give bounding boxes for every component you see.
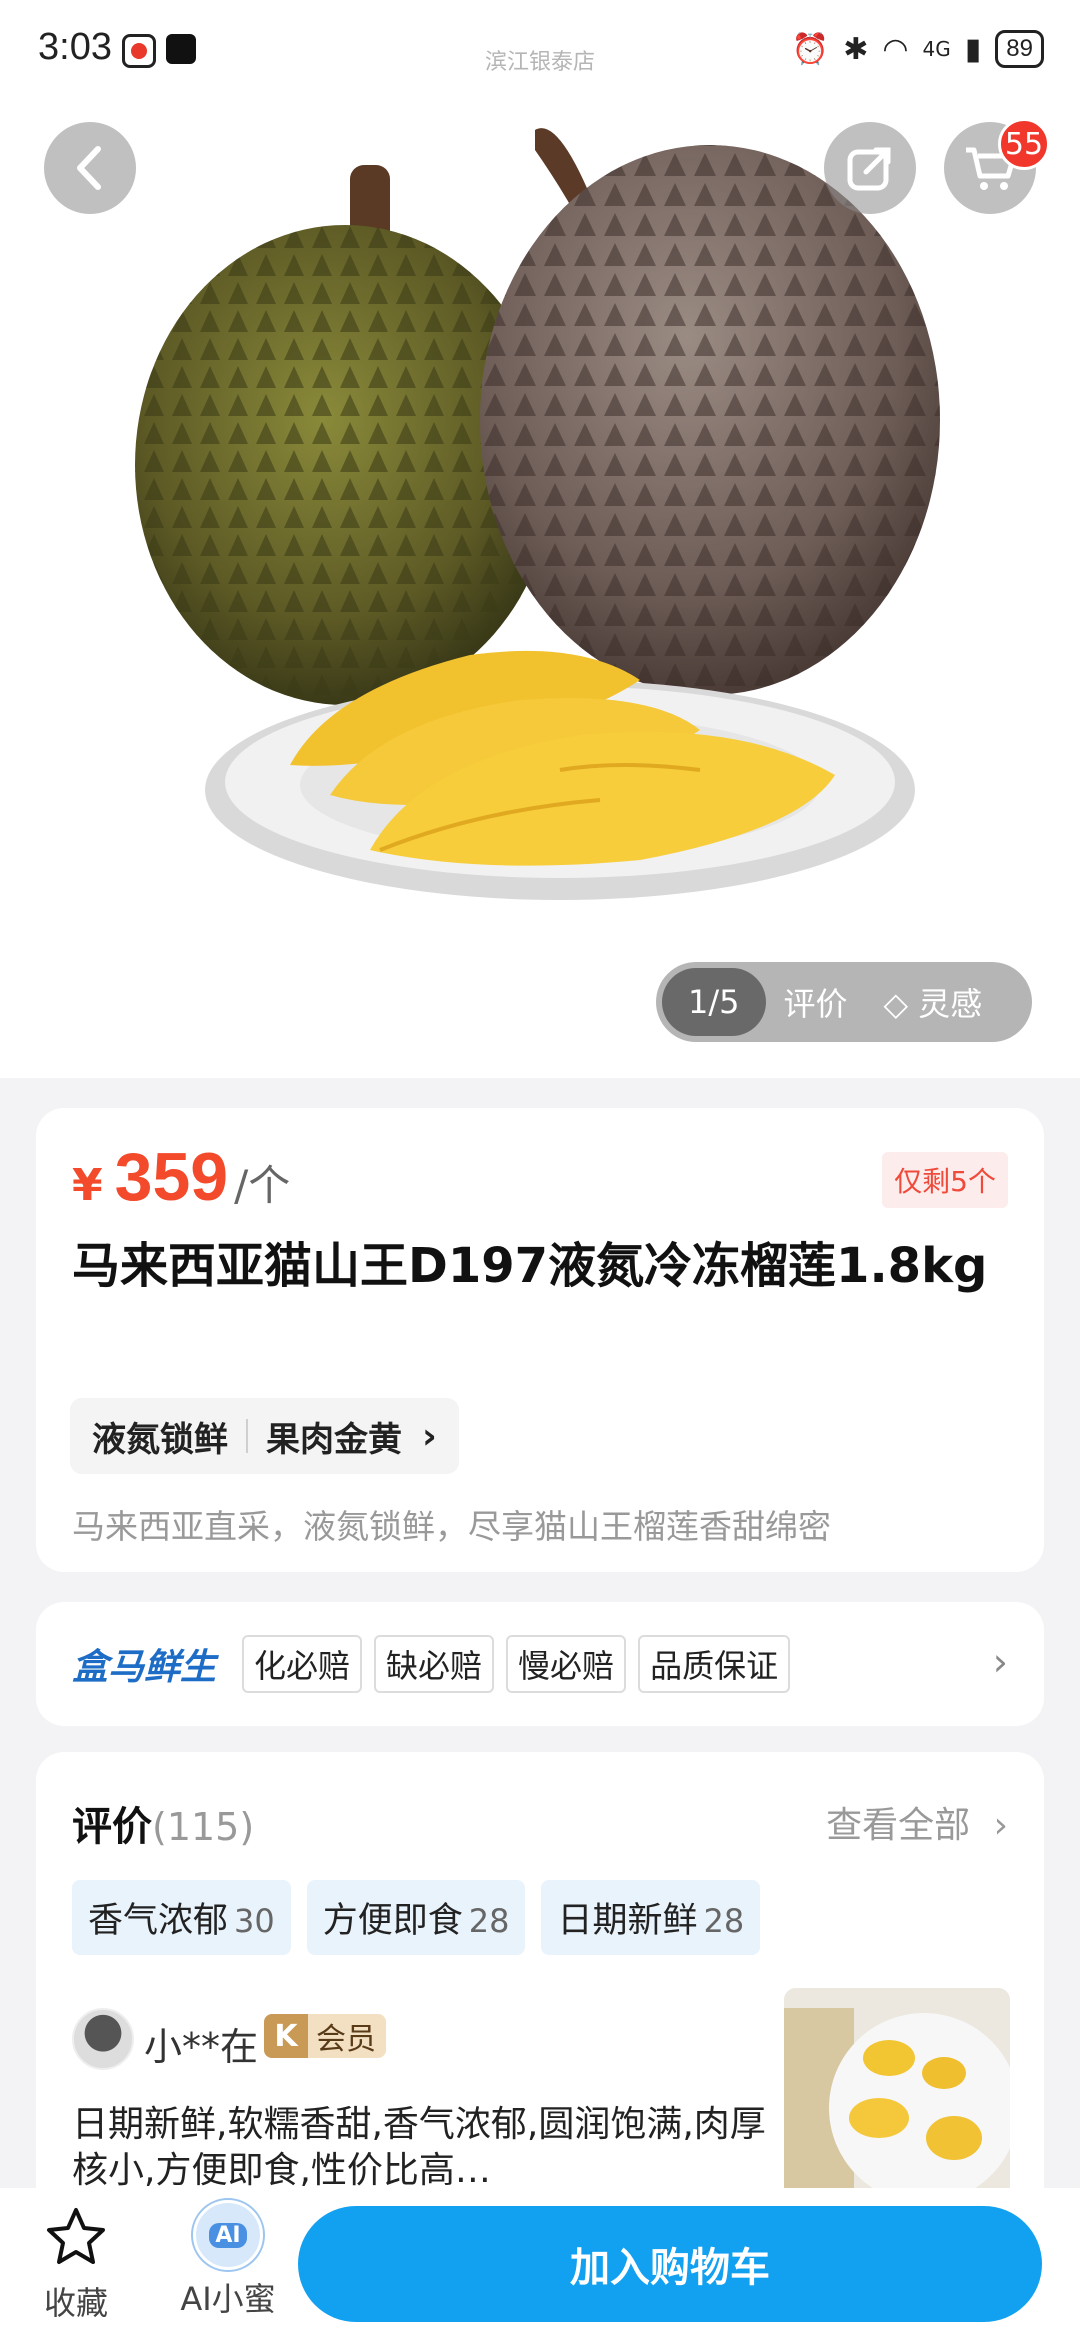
member-icon: K [264,2014,308,2058]
status-icons: ⏰ ✱ ◠ 4G ▮ 89 [792,30,1044,68]
product-info-card: ¥ 359 /个 仅剩5个 马来西亚猫山王D197液氮冷冻榴莲1.8kg 液氮锁… [36,1108,1044,1572]
share-button[interactable] [824,122,916,214]
cart-count-badge: 55 [998,118,1050,170]
favorite-label: 收藏 [43,2284,108,2322]
stock-badge: 仅剩5个 [882,1152,1008,1208]
feature-tag: 液氮锁鲜 [92,1419,228,1460]
avatar [72,2008,134,2070]
review-keyword-chip[interactable]: 方便即食 28 [306,1880,526,1955]
review-keyword-chip[interactable]: 日期新鲜 28 [541,1880,761,1955]
keyword-count: 28 [703,1902,745,1940]
keyword-label: 方便即食 [322,1901,463,1941]
share-icon [847,147,891,191]
reviewer-name: 小**在 [144,2025,259,2069]
battery-indicator: 89 [995,30,1044,68]
ai-assistant-label: AI小蜜 [180,2280,276,2318]
price: ¥ 359 /个 [72,1138,290,1216]
favorite-button[interactable]: 收藏 [36,2204,116,2324]
bottom-action-bar: 收藏 AI AI小蜜 加入购物车 [0,2188,1080,2340]
reviews-heading: 评价 [72,1804,152,1850]
bluetooth-icon: ✱ [843,31,869,67]
keyword-label: 日期新鲜 [557,1901,698,1941]
chevron-right-icon: › [992,1640,1008,1684]
product-gallery[interactable]: 3:03 滨江银泰店 ⏰ ✱ ◠ 4G ▮ 89 55 1/5 评价 ◇ 灵感 [0,0,1080,1078]
feature-tag: 果肉金黄 [266,1419,402,1460]
review-keywords: 香气浓郁 30 方便即食 28 日期新鲜 28 [72,1880,761,1955]
currency-symbol: ¥ [72,1160,103,1211]
chevron-right-icon: › [422,1415,437,1457]
promise-tag: 慢必赔 [506,1635,627,1693]
divider [246,1419,248,1453]
keyword-count: 30 [234,1902,275,1940]
review-keyword-chip[interactable]: 香气浓郁 30 [72,1880,291,1955]
tab-inspiration[interactable]: ◇ 灵感 [866,968,1001,1036]
member-label: 会员 [316,2022,376,2057]
ai-assistant-avatar: AI [193,2200,263,2270]
chevron-right-icon: › [993,1805,1008,1846]
service-promise-card[interactable]: 盒马鲜生 化必赔 缺必赔 慢必赔 品质保证 › [36,1602,1044,1726]
promise-tag: 化必赔 [242,1635,363,1693]
price-unit: /个 [234,1161,291,1210]
ai-assistant-button[interactable]: AI AI小蜜 [168,2200,288,2320]
wifi-icon: ◠ [882,31,909,67]
price-value: 359 [114,1139,229,1215]
back-button[interactable] [44,122,136,214]
product-description: 马来西亚直采，液氮锁鲜，尽享猫山王榴莲香甜绵密 [72,1507,831,1546]
review-photo[interactable] [784,1988,1010,2218]
keyword-count: 28 [468,1902,510,1940]
feature-tags[interactable]: 液氮锁鲜 果肉金黄 › [70,1398,459,1474]
status-bar: 3:03 滨江银泰店 ⏰ ✱ ◠ 4G ▮ 89 [0,0,1080,100]
promise-tag: 缺必赔 [374,1635,495,1693]
star-icon [47,2208,105,2264]
alarm-icon: ⏰ [791,31,830,67]
view-all-label: 查看全部 [826,1805,971,1846]
review-text[interactable]: 日期新鲜,软糯香甜,香气浓郁,圆润饱满,肉厚核小,方便即食,性价比高… [72,2102,772,2194]
gallery-counter[interactable]: 1/5 [662,968,766,1036]
member-badge: K 会员 [264,2014,386,2058]
promise-tag: 品质保证 [638,1635,791,1693]
reviews-count: (115) [152,1805,255,1849]
review-photo-image [784,1988,1010,2218]
product-title: 马来西亚猫山王D197液氮冷冻榴莲1.8kg [72,1238,988,1294]
brand-logo: 盒马鲜生 [72,1647,217,1688]
gallery-tabs: 1/5 评价 ◇ 灵感 [656,962,1032,1042]
reviews-title: 评价(115) [72,1794,254,1852]
tab-review[interactable]: 评价 [766,968,866,1036]
add-to-cart-button[interactable]: 加入购物车 [298,2206,1042,2322]
durian-product-image [135,128,940,900]
chevron-left-icon [77,146,101,190]
signal-icon: ▮ [964,31,982,67]
ai-badge: AI [209,2222,247,2248]
view-all-reviews-link[interactable]: 查看全部 › [826,1796,1008,1848]
network-label: 4G [922,37,951,61]
keyword-label: 香气浓郁 [88,1901,229,1941]
